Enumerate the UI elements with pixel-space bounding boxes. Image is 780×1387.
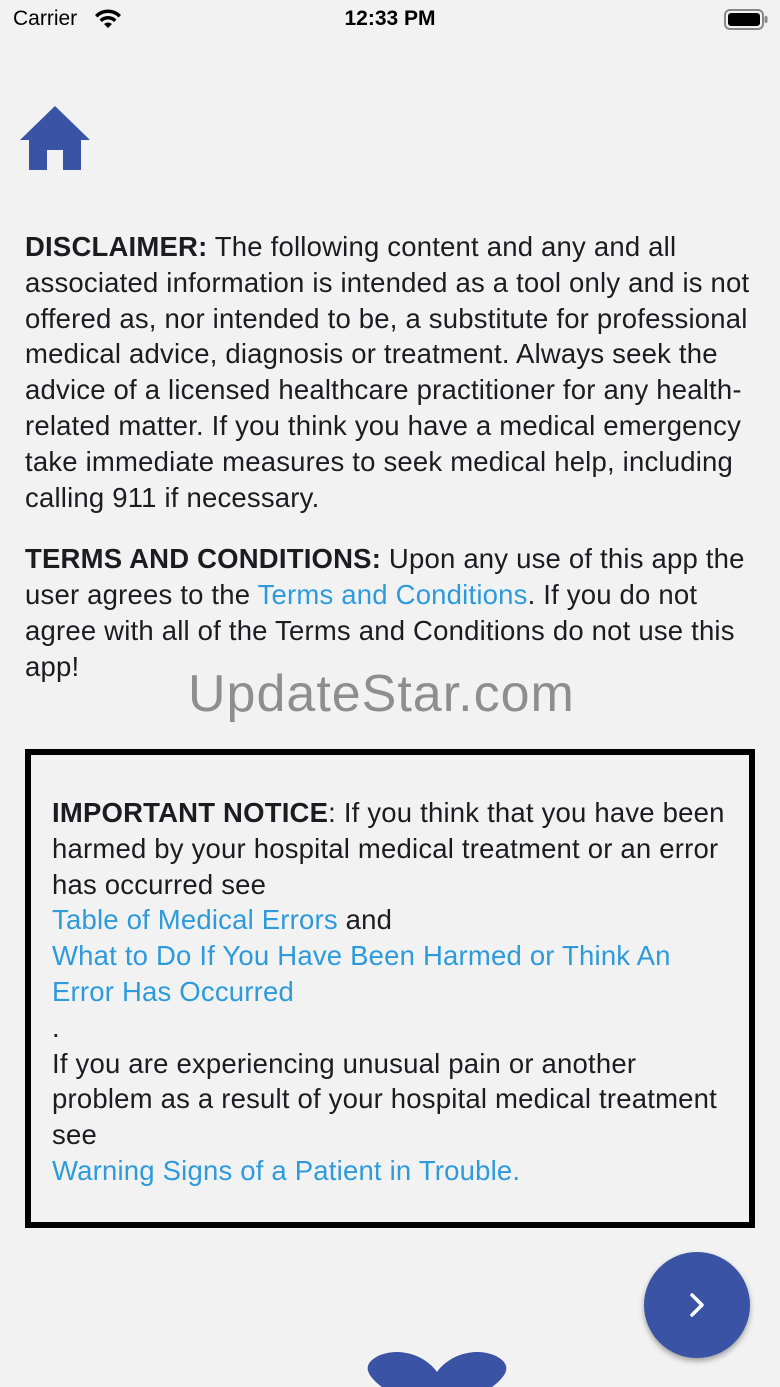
important-notice-box: IMPORTANT NOTICE: If you think that you … [25,749,755,1228]
terms-link[interactable]: Terms and Conditions [258,579,528,610]
home-icon[interactable] [18,104,92,172]
battery-icon [724,9,768,30]
status-bar: Carrier 12:33 PM [0,0,780,40]
notice-heading: IMPORTANT NOTICE [52,797,329,828]
warning-signs-link[interactable]: Warning Signs of a Patient in Trouble. [52,1153,729,1189]
disclaimer-heading: DISCLAIMER: [25,231,208,262]
terms-paragraph: TERMS AND CONDITIONS: Upon any use of th… [25,541,760,684]
notice-intro: IMPORTANT NOTICE: If you think that you … [52,795,729,902]
notice-and: and [337,904,393,936]
next-button[interactable] [644,1252,750,1358]
chevron-right-icon [690,1293,704,1317]
clock: 12:33 PM [344,7,436,30]
disclaimer-text: The following content and any and all as… [25,231,750,513]
notice-links-line: Table of Medical Errors and [52,902,729,938]
main-content: DISCLAIMER: The following content and an… [25,229,760,711]
harmed-link[interactable]: What to Do If You Have Been Harmed or Th… [52,938,729,1010]
disclaimer-paragraph: DISCLAIMER: The following content and an… [25,229,760,515]
notice-period: . [52,1011,60,1043]
terms-heading: TERMS AND CONDITIONS: [25,543,382,575]
medical-errors-link[interactable]: Table of Medical Errors [52,904,338,935]
notice-pain-text: If you are experiencing unusual pain or … [52,1047,717,1151]
heart-icon[interactable] [348,1352,526,1387]
screen: Carrier 12:33 PM DISCLAIMER: The followi… [0,0,780,1387]
